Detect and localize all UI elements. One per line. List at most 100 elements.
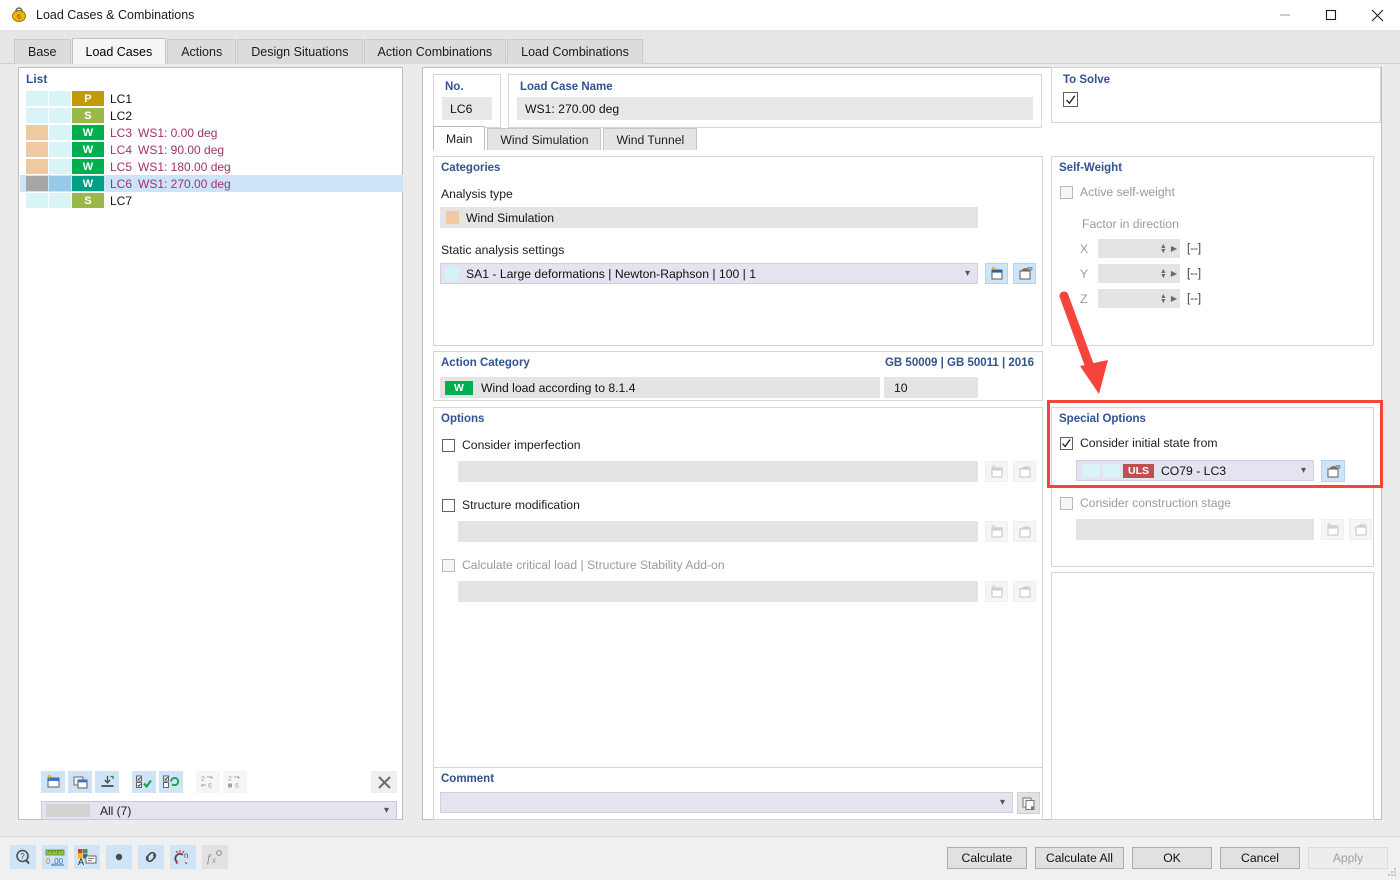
- renumber-sequential-button[interactable]: 2 6: [223, 771, 247, 793]
- action-category-number[interactable]: 10: [884, 377, 978, 398]
- new-analysis-settings-button[interactable]: [985, 263, 1008, 284]
- minimize-button[interactable]: [1262, 0, 1308, 30]
- consider-initial-state-row[interactable]: Consider initial state from: [1060, 436, 1218, 450]
- spinner-expand-icon[interactable]: ▶: [1171, 269, 1177, 278]
- spinner-expand-icon[interactable]: ▶: [1171, 244, 1177, 253]
- delete-button[interactable]: [371, 771, 397, 793]
- formula-icon[interactable]: f x: [202, 845, 228, 869]
- active-self-weight-checkbox[interactable]: [1060, 185, 1073, 199]
- edit-construction-stage-button[interactable]: [1349, 519, 1372, 540]
- row-load-case-no: LC4: [110, 142, 133, 157]
- static-settings-color-swatch: [445, 266, 459, 281]
- resize-grip-icon[interactable]: [1387, 867, 1397, 877]
- renumber-button[interactable]: 2 6: [196, 771, 220, 793]
- select-all-button[interactable]: [132, 771, 156, 793]
- svg-text:6: 6: [208, 783, 212, 790]
- new-imperfection-button[interactable]: [985, 461, 1008, 482]
- spinner-arrows-icon[interactable]: ▲ ▼: [1160, 293, 1167, 305]
- info-icon[interactable]: ?: [10, 845, 36, 869]
- comment-input[interactable]: ▾: [440, 792, 1013, 813]
- spinner-expand-icon[interactable]: ▶: [1171, 294, 1177, 303]
- close-button[interactable]: [1354, 0, 1400, 30]
- tab-load-combinations[interactable]: Load Combinations: [507, 39, 643, 64]
- table-row[interactable]: S LC2: [20, 107, 403, 124]
- load-case-name-input[interactable]: WS1: 270.00 deg: [517, 97, 1033, 120]
- new-construction-stage-button[interactable]: [1321, 519, 1344, 540]
- edit-imperfection-button[interactable]: [1013, 461, 1036, 482]
- edit-analysis-settings-button[interactable]: [1013, 263, 1036, 284]
- self-weight-panel: Self-Weight Active self-weight Factor in…: [1051, 156, 1374, 346]
- analysis-type-value[interactable]: Wind Simulation: [440, 207, 978, 228]
- link-icon[interactable]: [138, 845, 164, 869]
- calculate-button[interactable]: Calculate: [946, 847, 1027, 869]
- new-load-case-button[interactable]: [41, 771, 65, 793]
- table-row-selected[interactable]: W LC6 WS1: 270.00 deg: [20, 175, 403, 192]
- dot-icon[interactable]: [106, 845, 132, 869]
- to-solve-checkbox[interactable]: [1063, 92, 1078, 107]
- tab-wind-simulation[interactable]: Wind Simulation: [487, 128, 602, 150]
- active-self-weight-row[interactable]: Active self-weight: [1060, 185, 1175, 199]
- edit-stability-button[interactable]: [1013, 581, 1036, 602]
- row-load-case-no: LC5: [110, 159, 133, 174]
- tab-base[interactable]: Base: [14, 39, 71, 64]
- consider-construction-stage-checkbox[interactable]: [1060, 496, 1073, 510]
- edit-structure-modification-button[interactable]: [1013, 521, 1036, 542]
- imperfection-value-field[interactable]: [458, 461, 978, 482]
- tab-label: Base: [28, 45, 57, 59]
- initial-state-dropdown[interactable]: ULS CO79 - LC3 ▾: [1076, 460, 1314, 481]
- units-icon[interactable]: 0 ,00: [42, 845, 68, 869]
- copy-load-case-button[interactable]: [68, 771, 92, 793]
- axis-z-label: Z: [1080, 291, 1088, 306]
- maximize-button[interactable]: [1308, 0, 1354, 30]
- self-weight-z-input[interactable]: ▲ ▼ ▶: [1098, 289, 1180, 308]
- options-title: Options: [441, 413, 485, 425]
- display-properties-icon[interactable]: A: [74, 845, 100, 869]
- import-load-case-button[interactable]: [95, 771, 119, 793]
- load-case-name-group: Load Case Name WS1: 270.00 deg: [508, 74, 1042, 128]
- chevron-down-icon: ▾: [1300, 465, 1306, 476]
- table-row[interactable]: W LC3 WS1: 0.00 deg: [20, 124, 403, 141]
- invert-selection-button[interactable]: [159, 771, 183, 793]
- structure-modification-value-field[interactable]: [458, 521, 978, 542]
- cancel-button[interactable]: Cancel: [1220, 847, 1300, 869]
- static-analysis-settings-dropdown[interactable]: SA1 - Large deformations | Newton-Raphso…: [440, 263, 978, 284]
- self-weight-x-input[interactable]: ▲ ▼ ▶: [1098, 239, 1180, 258]
- load-case-list: P LC1 S LC2 W LC3 WS1: 0.00 deg W LC4 WS…: [20, 90, 403, 209]
- critical-load-value-field[interactable]: [458, 581, 978, 602]
- table-row[interactable]: W LC4 WS1: 90.00 deg: [20, 141, 403, 158]
- new-stability-button[interactable]: [985, 581, 1008, 602]
- table-row[interactable]: P LC1: [20, 90, 403, 107]
- spinner-arrows-icon[interactable]: ▲ ▼: [1160, 243, 1167, 255]
- snap-icon[interactable]: n: [170, 845, 196, 869]
- structure-modification-row[interactable]: Structure modification: [442, 498, 580, 512]
- construction-stage-value-field[interactable]: [1076, 519, 1314, 540]
- tab-load-cases[interactable]: Load Cases: [71, 38, 167, 64]
- table-row[interactable]: W LC5 WS1: 180.00 deg: [20, 158, 403, 175]
- footer-icon-group: ? 0 ,00 A n f x: [10, 845, 234, 869]
- tab-actions[interactable]: Actions: [167, 39, 237, 64]
- table-row[interactable]: S LC7: [20, 192, 403, 209]
- self-weight-y-input[interactable]: ▲ ▼ ▶: [1098, 264, 1180, 283]
- calculate-critical-load-checkbox[interactable]: [442, 558, 455, 572]
- row-load-case-no: LC7: [110, 193, 133, 208]
- comment-library-button[interactable]: [1017, 792, 1040, 814]
- tab-main[interactable]: Main: [433, 126, 486, 150]
- tab-design-situations[interactable]: Design Situations: [237, 39, 363, 64]
- row-color-swatch-2: [49, 91, 71, 106]
- calculate-critical-load-row[interactable]: Calculate critical load | Structure Stab…: [442, 558, 725, 572]
- consider-construction-stage-row[interactable]: Consider construction stage: [1060, 496, 1231, 510]
- calculate-all-button[interactable]: Calculate All: [1034, 847, 1124, 869]
- tab-wind-tunnel[interactable]: Wind Tunnel: [603, 128, 698, 150]
- structure-modification-checkbox[interactable]: [442, 498, 455, 512]
- new-structure-modification-button[interactable]: [985, 521, 1008, 542]
- edit-initial-state-button[interactable]: [1321, 460, 1345, 482]
- action-category-value[interactable]: W Wind load according to 8.1.4: [440, 377, 880, 398]
- tab-action-combinations[interactable]: Action Combinations: [363, 39, 507, 64]
- ok-button[interactable]: OK: [1132, 847, 1212, 869]
- consider-imperfection-checkbox[interactable]: [442, 438, 455, 452]
- row-category-badge: S: [72, 108, 104, 123]
- spinner-arrows-icon[interactable]: ▲ ▼: [1160, 268, 1167, 280]
- consider-imperfection-row[interactable]: Consider imperfection: [442, 438, 581, 452]
- list-filter-dropdown[interactable]: All (7) ▾: [41, 801, 397, 820]
- consider-initial-state-checkbox[interactable]: [1060, 436, 1073, 450]
